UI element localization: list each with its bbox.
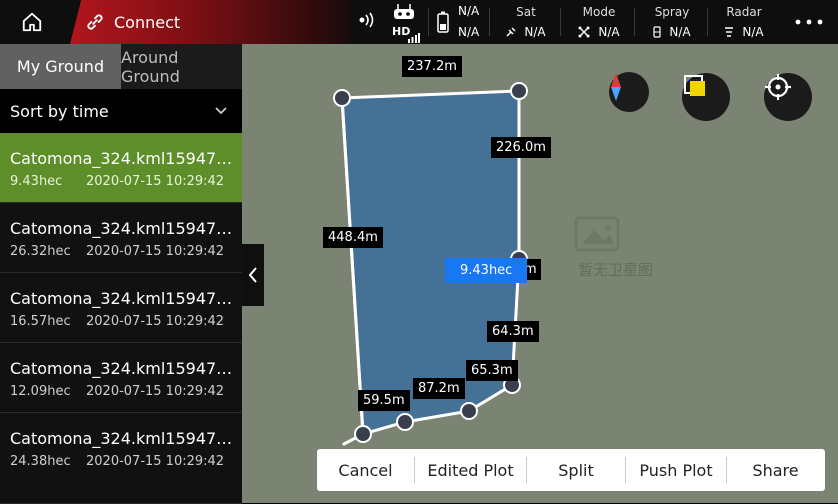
connect-label: Connect (114, 12, 181, 32)
plot-action-bar: Cancel Edited Plot Split Push Plot Share (317, 449, 825, 491)
edge-length-label: 65.3m (466, 360, 518, 381)
radar-label: Radar (726, 5, 762, 19)
sat-label: Sat (516, 5, 536, 19)
chevron-down-icon (215, 107, 227, 115)
edge-length-label: 226.0m (491, 137, 551, 158)
ground-area: 12.09hec (10, 384, 71, 399)
ground-list-item[interactable]: Catomona_324.kml15947… 16.57hec 2020-07-… (0, 273, 242, 343)
ground-list-item[interactable]: Catomona_324.kml15947… 12.09hec 2020-07-… (0, 343, 242, 413)
vertex-handle (460, 402, 478, 420)
share-button[interactable]: Share (727, 449, 824, 491)
collapse-sidebar-button[interactable] (242, 244, 264, 306)
drone-icon (578, 26, 590, 38)
tab-my-ground[interactable]: My Ground (0, 44, 121, 89)
ground-name: Catomona_324.kml15947… (10, 219, 233, 238)
image-placeholder-icon (574, 216, 620, 252)
map-view[interactable]: 暂无卫星图 237.2m 226.0m 448.4m 64.3m 65.3m 8… (242, 44, 838, 503)
edge-length-label: 59.5m (358, 390, 410, 411)
sort-dropdown[interactable]: Sort by time (0, 89, 242, 133)
remote-controller-icon (392, 3, 416, 25)
chevron-left-icon (248, 267, 257, 283)
mode-value: N/A (598, 25, 620, 39)
sort-label: Sort by time (10, 101, 109, 121)
ground-name: Catomona_324.kml15947… (10, 429, 233, 448)
ground-list-item[interactable]: Catomona_324.kml15947… 9.43hec 2020-07-1… (0, 133, 242, 203)
mode-label: Mode (582, 5, 616, 19)
no-satellite-watermark: 暂无卫星图 (578, 261, 654, 279)
battery-icon (437, 11, 449, 37)
ground-name: Catomona_324.kml15947… (10, 149, 233, 168)
compass-icon (611, 73, 621, 101)
ground-name: Catomona_324.kml15947… (10, 289, 233, 308)
connect-button[interactable]: Connect (70, 0, 350, 44)
ground-area: 16.57hec (10, 314, 71, 329)
cancel-button[interactable]: Cancel (317, 449, 414, 491)
edge-length-label: 237.2m (402, 56, 462, 77)
vertex-handle (510, 82, 528, 100)
crosshair-icon (765, 74, 791, 100)
edge-length-label: 64.3m (487, 321, 539, 342)
home-button[interactable] (0, 0, 64, 44)
more-menu-button[interactable] (794, 12, 824, 37)
ground-list-panel: My Ground Around Ground Sort by time Cat… (0, 44, 242, 504)
sat-value: N/A (524, 25, 546, 39)
split-button[interactable]: Split (527, 449, 625, 491)
vertex-handle (333, 89, 351, 107)
satellite-icon (506, 27, 516, 37)
layers-icon (684, 75, 705, 96)
area-badge: 9.43hec (445, 258, 528, 283)
ground-list-item[interactable]: Catomona_324.kml15947… 26.32hec 2020-07-… (0, 203, 242, 273)
vertex-handle (396, 413, 414, 431)
ground-date: 2020-07-15 10:29:42 (86, 454, 225, 469)
battery-value-bottom: N/A (458, 25, 480, 39)
radar-icon (725, 27, 734, 37)
radar-status: Radar N/A (716, 0, 772, 44)
signal-icon (358, 11, 380, 33)
ground-area: 26.32hec (10, 244, 71, 259)
tab-around-ground[interactable]: Around Ground (121, 44, 242, 89)
mode-status: Mode N/A (570, 0, 628, 44)
layer-toggle-button[interactable] (682, 73, 730, 121)
ground-date: 2020-07-15 10:29:42 (86, 314, 225, 329)
ground-date: 2020-07-15 10:29:42 (86, 174, 225, 189)
ground-area: 24.38hec (10, 454, 71, 469)
compass-button[interactable] (609, 72, 649, 112)
vertex-handle (354, 425, 372, 443)
ground-date: 2020-07-15 10:29:42 (86, 384, 225, 399)
ground-area: 9.43hec (10, 174, 63, 189)
link-icon (87, 14, 103, 30)
battery-value-top: N/A (458, 4, 480, 18)
sat-status: Sat N/A (498, 0, 554, 44)
push-plot-button[interactable]: Push Plot (626, 449, 726, 491)
edited-plot-button[interactable]: Edited Plot (415, 449, 526, 491)
edge-length-label: 87.2m (413, 378, 465, 399)
locate-button[interactable] (764, 73, 812, 121)
ground-name: Catomona_324.kml15947… (10, 359, 233, 378)
ground-date: 2020-07-15 10:29:42 (86, 244, 225, 259)
more-icon (795, 19, 823, 25)
spray-label: Spray (654, 5, 690, 19)
spray-value: N/A (669, 25, 691, 39)
spray-status: Spray N/A (643, 0, 701, 44)
radar-value: N/A (742, 25, 764, 39)
edge-length-label: 448.4m (323, 227, 383, 248)
spray-icon (653, 26, 661, 38)
home-icon (22, 12, 42, 32)
ground-list-item[interactable]: Catomona_324.kml15947… 24.38hec 2020-07-… (0, 413, 242, 504)
